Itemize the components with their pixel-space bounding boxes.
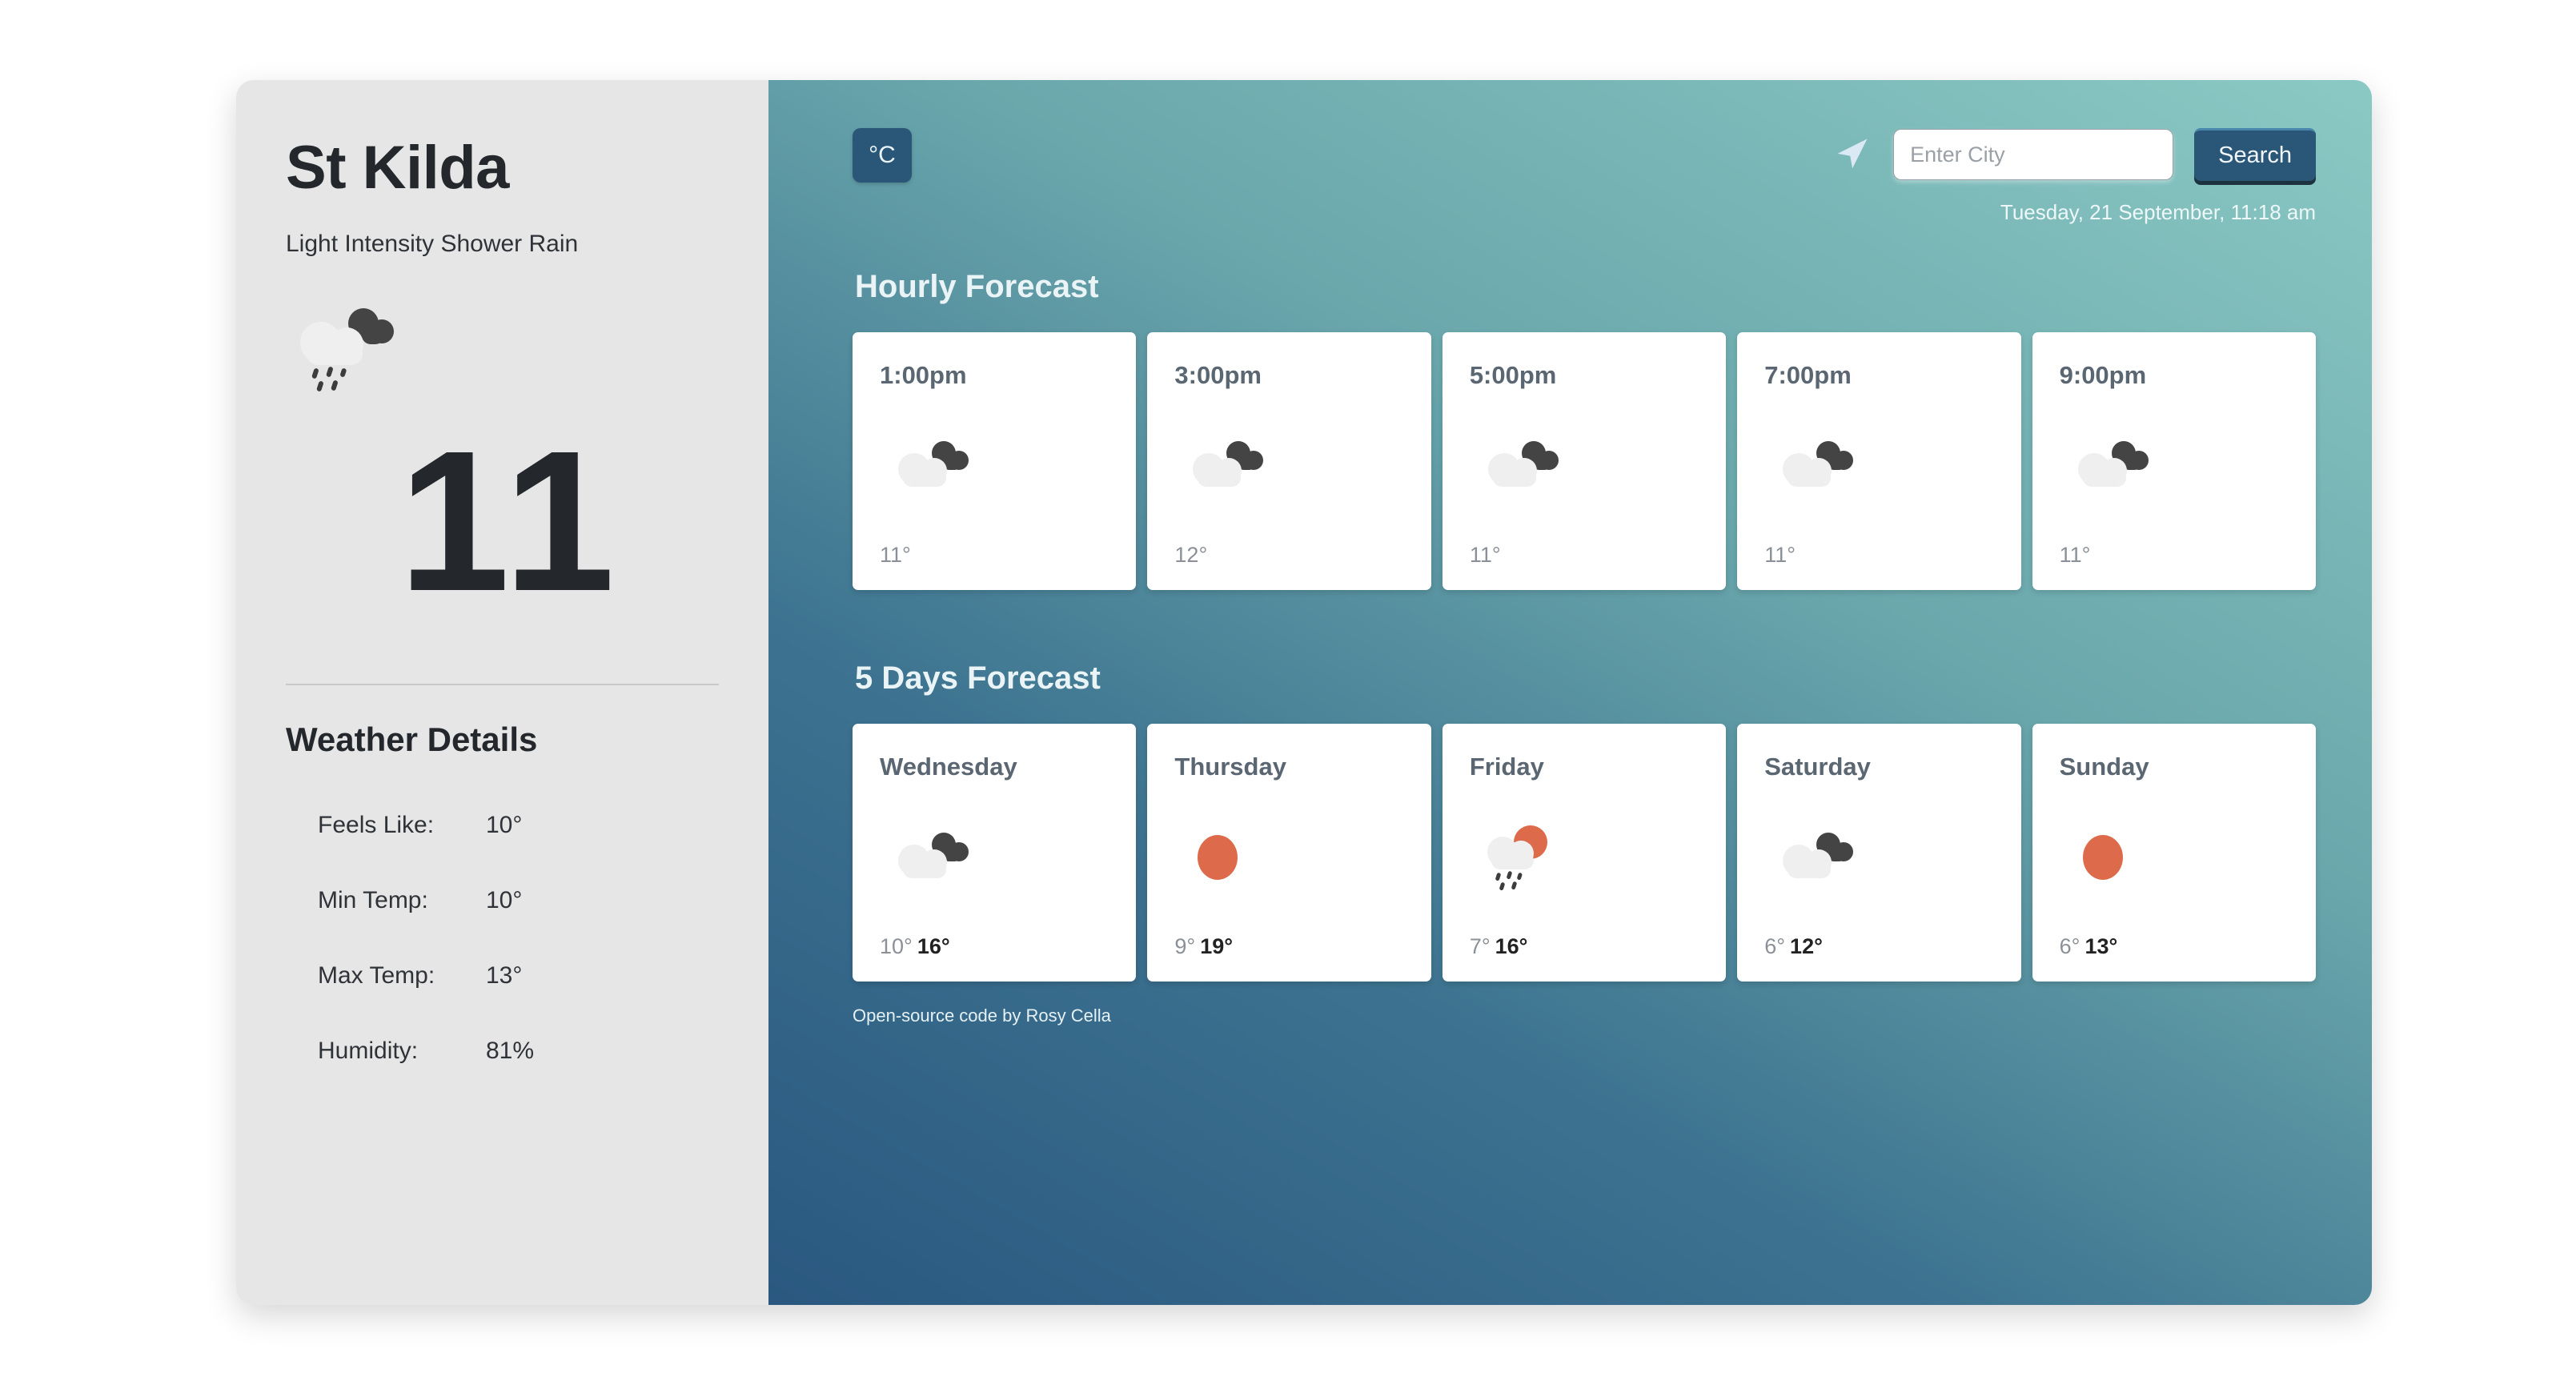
current-weather-icon-wrap xyxy=(286,298,732,394)
broken-clouds-icon xyxy=(2060,390,2289,543)
daily-temp-min: 10° xyxy=(880,934,913,958)
daily-card[interactable]: Wednesday 10° 16° xyxy=(853,724,1137,982)
daily-forecast-title: 5 Days Forecast xyxy=(855,660,1101,696)
search-input[interactable] xyxy=(1893,129,2174,180)
main-panel: °C Search Tuesday, 21 September, 11:18 a… xyxy=(768,80,2372,1305)
daily-card[interactable]: Sunday 6° 13° xyxy=(2032,724,2317,982)
daily-card[interactable]: Thursday 9° 19° xyxy=(1147,724,1431,982)
daily-temp: 6° 13° xyxy=(2060,934,2289,959)
daily-day: Friday xyxy=(1469,753,1544,781)
hourly-temp: 12° xyxy=(1174,543,1208,567)
daily-temp: 9° 19° xyxy=(1174,934,1403,959)
list-item: Humidity: 81% xyxy=(286,1014,719,1089)
detail-label: Max Temp: xyxy=(318,962,435,989)
page-title: St Kilda xyxy=(286,134,509,202)
broken-clouds-icon xyxy=(1764,390,1993,543)
toolbar: °C Search Tuesday, 21 September, 11:18 a… xyxy=(853,128,2316,224)
broken-clouds-icon xyxy=(880,390,1109,543)
broken-clouds-icon xyxy=(880,781,1109,934)
weather-description: Light Intensity Shower Rain xyxy=(286,231,579,257)
current-temperature: 11 xyxy=(398,409,620,632)
broken-clouds-icon xyxy=(1764,781,1993,934)
hourly-time: 7:00pm xyxy=(1764,361,1852,389)
daily-day: Saturday xyxy=(1764,753,1871,781)
daily-temp-max: 13° xyxy=(2084,934,2118,958)
detail-value: 13° xyxy=(486,962,523,989)
search-area: Search Tuesday, 21 September, 11:18 am xyxy=(1831,128,2316,225)
search-row: Search xyxy=(1831,128,2316,181)
clear-sun-icon xyxy=(1174,781,1403,934)
hourly-forecast-title: Hourly Forecast xyxy=(855,269,1099,304)
weather-app: St Kilda Light Intensity Shower Rain 11 … xyxy=(236,80,2372,1305)
sidebar-divider xyxy=(286,684,719,685)
hourly-time: 5:00pm xyxy=(1469,361,1557,389)
hourly-temp: 11° xyxy=(2059,543,2091,567)
broken-clouds-icon xyxy=(1470,390,1699,543)
daily-temp-min: 6° xyxy=(2059,934,2080,958)
daily-temp-max: 16° xyxy=(917,934,950,958)
hourly-card[interactable]: 7:00pm 11° xyxy=(1737,332,2021,590)
hourly-temp: 11° xyxy=(1764,543,1796,567)
detail-label: Humidity: xyxy=(318,1038,419,1064)
broken-clouds-icon xyxy=(1174,390,1403,543)
daily-temp: 6° 12° xyxy=(1764,934,1993,959)
clear-sun-icon xyxy=(2060,781,2289,934)
hourly-card[interactable]: 3:00pm 12° xyxy=(1147,332,1431,590)
list-item: Max Temp: 13° xyxy=(286,938,719,1014)
weather-details-list: Feels Like: 10° Min Temp: 10° Max Temp: … xyxy=(236,788,768,1089)
hourly-time: 3:00pm xyxy=(1174,361,1262,389)
daily-temp-max: 12° xyxy=(1790,934,1823,958)
unit-toggle-button[interactable]: °C xyxy=(853,128,912,183)
hourly-temp: 11° xyxy=(1469,543,1501,567)
list-item: Feels Like: 10° xyxy=(286,788,719,863)
daily-temp: 7° 16° xyxy=(1470,934,1699,959)
hourly-temp: 11° xyxy=(880,543,911,567)
current-datetime: Tuesday, 21 September, 11:18 am xyxy=(2000,200,2316,224)
detail-value: 10° xyxy=(486,887,523,913)
daily-day: Sunday xyxy=(2059,753,2149,781)
hourly-card[interactable]: 1:00pm 11° xyxy=(853,332,1137,590)
daily-card[interactable]: Saturday 6° 12° xyxy=(1737,724,2021,982)
footer-credit: Open-source code by Rosy Cella xyxy=(853,1006,1111,1026)
hourly-forecast-list: 1:00pm 11° 3:00pm 12° 5:00pm 11° 7:00pm … xyxy=(853,332,2317,590)
daily-temp-min: 6° xyxy=(1764,934,1786,958)
hourly-card[interactable]: 5:00pm 11° xyxy=(1442,332,1727,590)
hourly-time: 9:00pm xyxy=(2059,361,2147,389)
daily-card[interactable]: Friday 7° 16° xyxy=(1442,724,1727,982)
daily-temp-min: 9° xyxy=(1174,934,1196,958)
daily-day: Thursday xyxy=(1174,753,1286,781)
detail-value: 81% xyxy=(486,1038,535,1064)
daily-temp-max: 19° xyxy=(1200,934,1234,958)
daily-temp-max: 16° xyxy=(1495,934,1528,958)
daily-temp-min: 7° xyxy=(1469,934,1491,958)
daily-forecast-list: Wednesday 10° 16° Thursday 9° 19° Friday… xyxy=(853,724,2317,982)
daily-day: Wednesday xyxy=(880,753,1017,781)
detail-label: Min Temp: xyxy=(318,887,428,913)
location-arrow-icon[interactable] xyxy=(1831,134,1872,175)
sidebar: St Kilda Light Intensity Shower Rain 11 … xyxy=(236,80,768,1305)
list-item: Min Temp: 10° xyxy=(286,863,719,938)
daily-temp: 10° 16° xyxy=(880,934,1109,959)
hourly-card[interactable]: 9:00pm 11° xyxy=(2032,332,2317,590)
detail-label: Feels Like: xyxy=(318,812,435,838)
sun-shower-rain-icon xyxy=(1470,781,1699,934)
shower-rain-icon xyxy=(300,308,394,391)
search-button[interactable]: Search xyxy=(2194,128,2316,181)
hourly-time: 1:00pm xyxy=(880,361,967,389)
weather-details-title: Weather Details xyxy=(286,721,538,758)
detail-value: 10° xyxy=(486,812,523,838)
